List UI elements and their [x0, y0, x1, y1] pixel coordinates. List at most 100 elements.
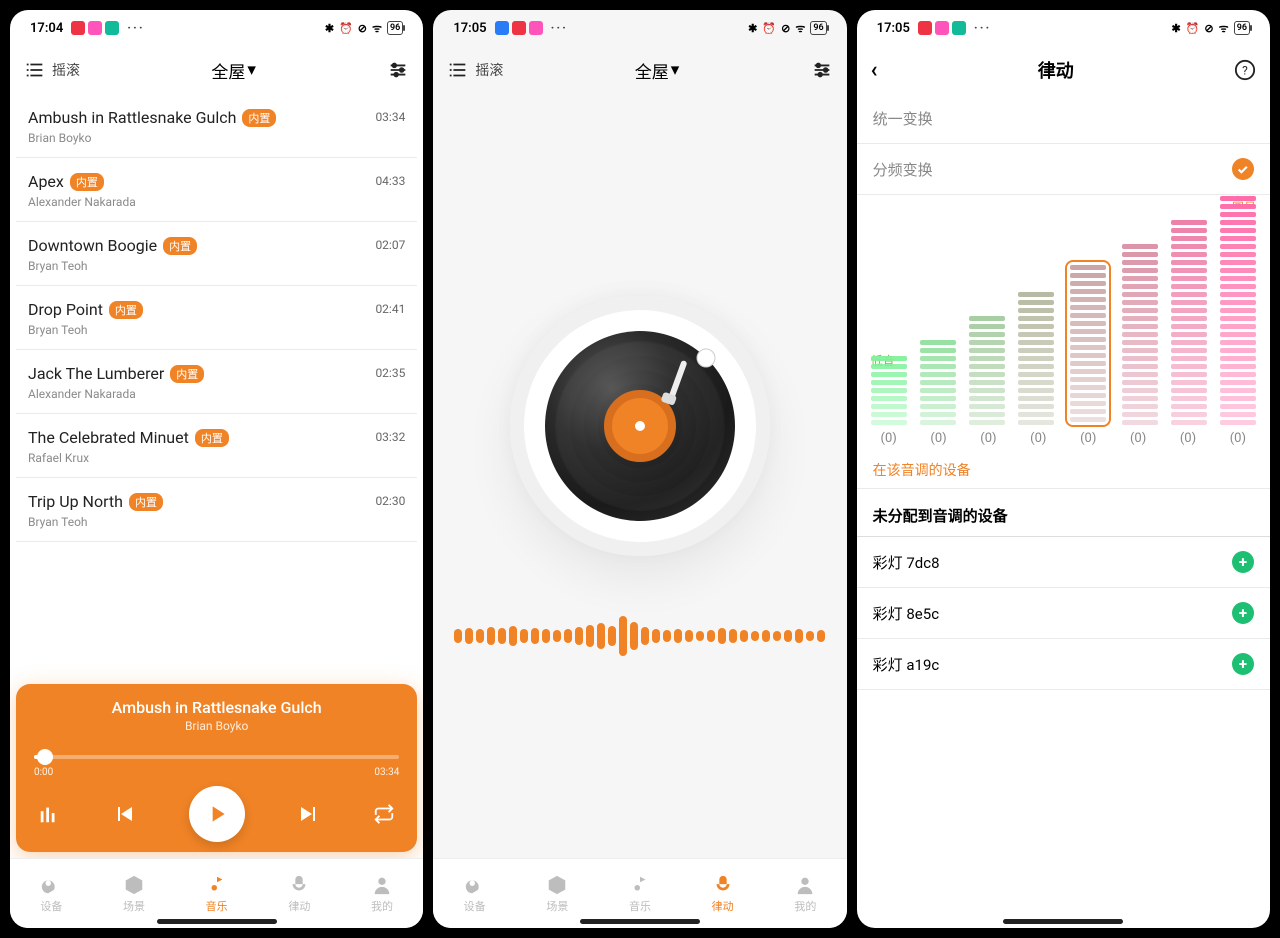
device-row[interactable]: 彩灯 8e5c + — [857, 588, 1270, 639]
tab-icon — [464, 874, 486, 896]
track-duration: 04:33 — [375, 174, 405, 188]
tab-icon — [629, 874, 651, 896]
tab-music[interactable]: 音乐 — [599, 859, 682, 928]
tab-mine[interactable]: 我的 — [341, 859, 424, 928]
alarm-icon: ⏰ — [339, 22, 353, 35]
track-row[interactable]: Jack The Lumberer 内置 Alexander Nakarada … — [16, 350, 417, 414]
device-row[interactable]: 彩灯 a19c + — [857, 639, 1270, 690]
mode-unified-row[interactable]: 统一变换 — [857, 94, 1270, 144]
tab-rhythm[interactable]: 律动 — [258, 859, 341, 928]
tab-icon — [794, 874, 816, 896]
tab-devices[interactable]: 设备 — [10, 859, 93, 928]
track-artist: Bryan Teoh — [28, 515, 163, 529]
previous-button[interactable] — [112, 802, 136, 826]
builtin-badge: 内置 — [129, 493, 163, 511]
track-row[interactable]: Apex 内置 Alexander Nakarada 04:33 — [16, 158, 417, 222]
repeat-button[interactable] — [373, 803, 395, 825]
check-icon — [1232, 158, 1254, 180]
tab-icon — [546, 874, 568, 896]
track-title: Downtown Boogie — [28, 236, 157, 255]
page-title: 律动 — [1038, 57, 1074, 83]
play-button[interactable] — [189, 786, 245, 842]
sliders-icon — [387, 59, 409, 81]
track-artist: Bryan Teoh — [28, 259, 197, 273]
eq-band[interactable] — [1018, 292, 1054, 425]
filter-button[interactable] — [387, 59, 409, 81]
status-app-icon — [512, 21, 526, 35]
list-icon — [447, 59, 469, 81]
eq-band[interactable] — [920, 340, 956, 425]
eq-band[interactable] — [969, 316, 1005, 425]
track-artist: Alexander Nakarada — [28, 195, 136, 209]
add-device-button[interactable]: + — [1232, 602, 1254, 624]
alarm-icon: ⏰ — [1186, 22, 1200, 35]
track-row[interactable]: Drop Point 内置 Bryan Teoh 02:41 — [16, 286, 417, 350]
room-label: 全屋 — [635, 58, 669, 83]
seek-bar[interactable] — [34, 755, 399, 759]
builtin-badge: 内置 — [70, 173, 104, 191]
eq-band-value: (0) — [1070, 431, 1106, 446]
track-row[interactable]: Trip Up North 内置 Bryan Teoh 02:30 — [16, 478, 417, 542]
help-button[interactable]: ? — [1234, 59, 1256, 81]
track-row[interactable]: Ambush in Rattlesnake Gulch 内置 Brian Boy… — [16, 94, 417, 158]
device-row[interactable]: 彩灯 7dc8 + — [857, 537, 1270, 588]
eq-band[interactable] — [1067, 262, 1109, 425]
home-indicator — [157, 919, 277, 924]
tab-music[interactable]: 音乐 — [175, 859, 258, 928]
page-header: 摇滚 全屋 ▾ — [10, 46, 423, 94]
tab-scenes[interactable]: 场景 — [93, 859, 176, 928]
eq-band[interactable] — [1171, 220, 1207, 425]
phone-rhythm-settings: 17:05 ··· ✱ ⏰ ⊘ ᯤ 96 ‹ 律动 ? 统一变换 分频变换 — [857, 10, 1270, 928]
track-duration: 02:35 — [375, 366, 405, 380]
status-app-icon — [529, 21, 543, 35]
eq-band[interactable] — [1220, 196, 1256, 425]
track-title: The Celebrated Minuet — [28, 428, 189, 447]
tab-label: 我的 — [371, 898, 393, 914]
eq-band[interactable] — [871, 356, 907, 425]
status-app-icon — [918, 21, 932, 35]
tab-label: 音乐 — [206, 898, 228, 914]
track-row[interactable]: The Celebrated Minuet 内置 Rafael Krux 03:… — [16, 414, 417, 478]
track-row[interactable]: Downtown Boogie 内置 Bryan Teoh 02:07 — [16, 222, 417, 286]
add-device-button[interactable]: + — [1232, 551, 1254, 573]
svg-text:?: ? — [1242, 64, 1248, 78]
device-name: 彩灯 7dc8 — [873, 552, 940, 573]
unassigned-devices-header: 未分配到音调的设备 — [857, 489, 1270, 537]
track-title: Ambush in Rattlesnake Gulch — [28, 108, 236, 127]
tab-icon — [712, 874, 734, 896]
tab-label: 场景 — [546, 898, 568, 914]
status-time: 17:05 — [453, 21, 486, 36]
room-selector[interactable]: 全屋 ▾ — [635, 58, 680, 83]
category-label: 摇滚 — [475, 60, 503, 80]
track-artist: Alexander Nakarada — [28, 387, 204, 401]
tab-icon — [206, 874, 228, 896]
next-button[interactable] — [297, 802, 321, 826]
visualizer-button[interactable] — [38, 803, 60, 825]
category-selector[interactable]: 摇滚 — [447, 59, 503, 81]
sliders-icon — [811, 59, 833, 81]
builtin-badge: 内置 — [109, 301, 143, 319]
tab-icon — [371, 874, 393, 896]
back-button[interactable]: ‹ — [871, 58, 878, 83]
status-app-icon — [71, 21, 85, 35]
add-device-button[interactable]: + — [1232, 653, 1254, 675]
filter-button[interactable] — [811, 59, 833, 81]
category-selector[interactable]: 摇滚 — [24, 59, 80, 81]
track-duration: 03:32 — [375, 430, 405, 444]
status-bar: 17:05 ··· ✱ ⏰ ⊘ ᯤ 96 — [433, 10, 846, 46]
status-app-icon — [952, 21, 966, 35]
status-app-icon — [935, 21, 949, 35]
no-sim-icon: ⊘ — [358, 22, 367, 35]
tab-mine[interactable]: 我的 — [764, 859, 847, 928]
room-selector[interactable]: 全屋 ▾ — [211, 58, 256, 83]
track-duration: 02:41 — [375, 302, 405, 316]
tab-devices[interactable]: 设备 — [433, 859, 516, 928]
eq-value-labels: (0)(0)(0)(0)(0)(0)(0)(0) — [857, 425, 1270, 446]
tab-rhythm[interactable]: 律动 — [681, 859, 764, 928]
category-label: 摇滚 — [52, 60, 80, 80]
mode-split-row[interactable]: 分频变换 — [857, 144, 1270, 195]
builtin-badge: 内置 — [195, 429, 229, 447]
eq-band[interactable] — [1122, 244, 1158, 425]
tab-scenes[interactable]: 场景 — [516, 859, 599, 928]
bluetooth-icon: ✱ — [748, 22, 757, 35]
